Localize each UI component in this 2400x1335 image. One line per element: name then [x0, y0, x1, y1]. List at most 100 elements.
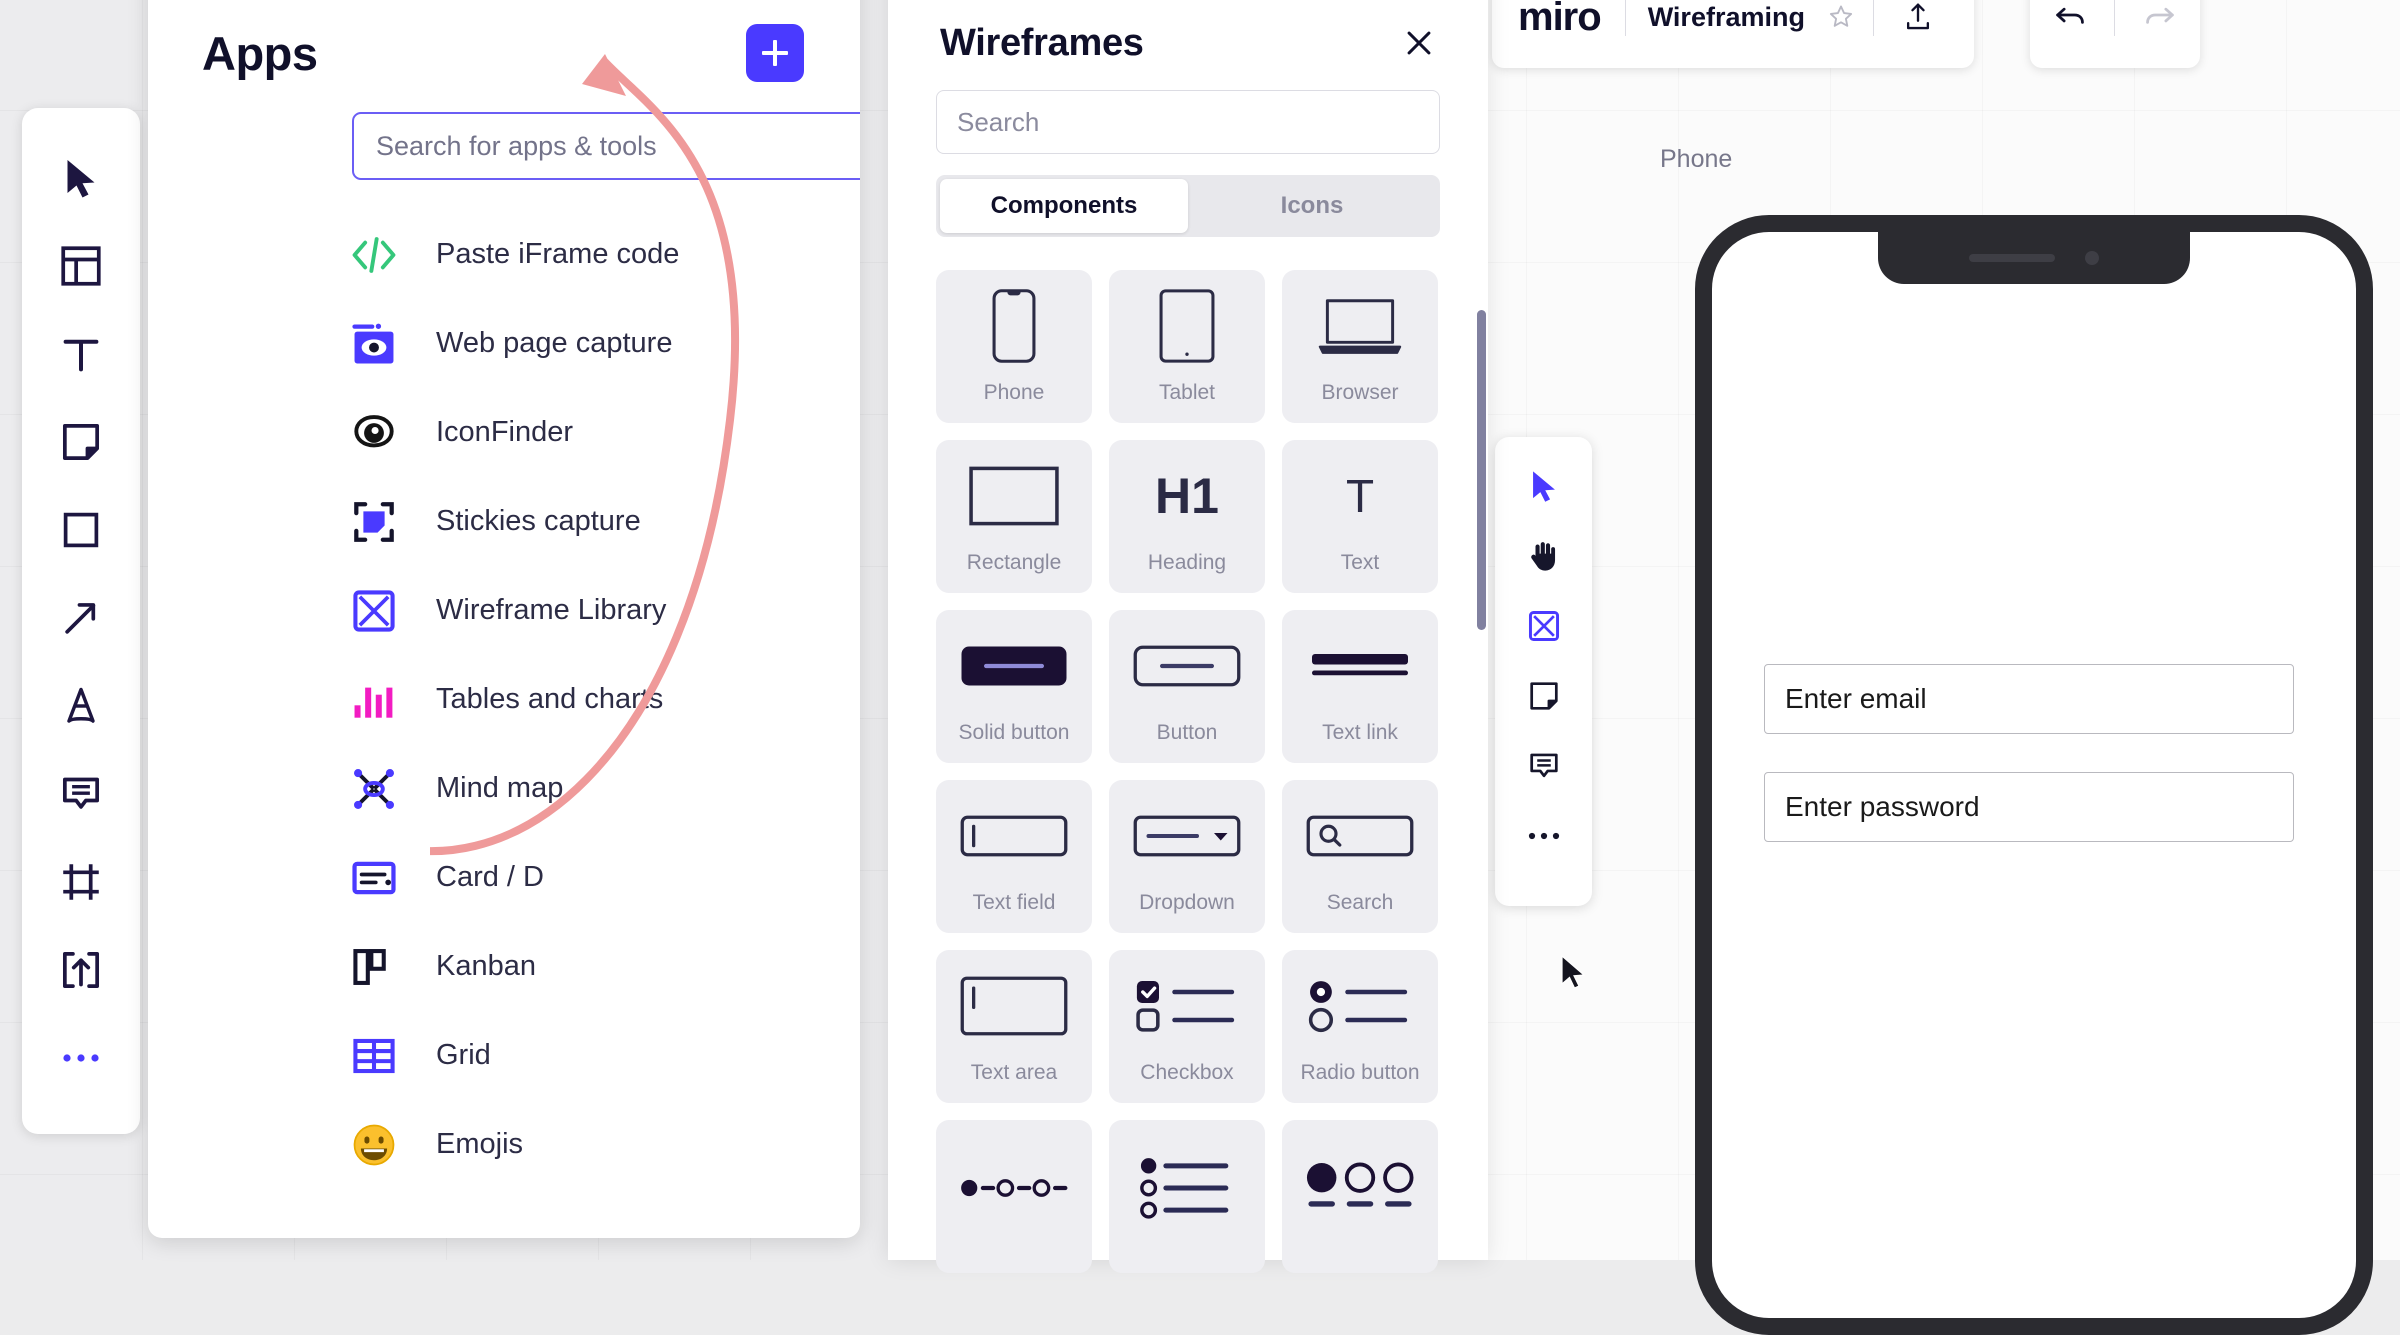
wireframe-component-phone[interactable]: Phone	[936, 270, 1092, 423]
app-list-item[interactable]: Wireframe Library	[148, 566, 860, 655]
cursor-icon[interactable]	[45, 134, 117, 222]
wireframe-component-search[interactable]: Search	[1282, 780, 1438, 933]
app-list-item-label: Web page capture	[436, 327, 673, 359]
wireframe-component-label: Button	[1156, 721, 1218, 744]
app-list-item[interactable]: Mind map	[148, 744, 860, 833]
app-list-item[interactable]: Kanban	[148, 922, 860, 1011]
undo-redo-toolbar	[2030, 0, 2200, 68]
wireframe-component-list[interactable]	[1109, 1120, 1265, 1273]
tab-icons[interactable]: Icons	[1188, 179, 1436, 233]
tablet-icon	[1109, 270, 1265, 381]
text-icon[interactable]	[45, 310, 117, 398]
wireframe-component-label: Solid button	[958, 721, 1070, 744]
wireframe-component-stepper[interactable]	[936, 1120, 1092, 1273]
app-list-item[interactable]: IconFinder	[148, 388, 860, 477]
pagination-icon	[1282, 1120, 1438, 1255]
wireframe-component-text[interactable]: T Text	[1282, 440, 1438, 593]
undo-icon[interactable]	[2042, 0, 2102, 43]
wireframe-component-label: Dropdown	[1139, 891, 1235, 914]
rectangle-icon	[936, 440, 1092, 551]
wireframes-search-input[interactable]	[936, 90, 1440, 154]
shapes-icon[interactable]	[45, 486, 117, 574]
wireframes-scrollbar[interactable]	[1477, 310, 1486, 630]
app-list-item-label: Paste iFrame code	[436, 238, 680, 270]
solid-button-icon	[936, 610, 1092, 721]
close-icon[interactable]	[1398, 22, 1440, 64]
hand-icon[interactable]	[1511, 521, 1577, 591]
comment-icon[interactable]	[45, 750, 117, 838]
sticky-note-icon[interactable]	[45, 398, 117, 486]
mind-map-icon	[350, 765, 398, 813]
phone-speaker-icon	[1969, 253, 2055, 262]
wireframe-component-browser[interactable]: Browser	[1282, 270, 1438, 423]
page-title: Apps	[202, 26, 318, 80]
wireframe-component-button[interactable]: Button	[1109, 610, 1265, 763]
app-list-item[interactable]: Emojis	[148, 1100, 860, 1189]
pen-icon[interactable]	[45, 662, 117, 750]
app-list-item[interactable]: Card / D	[148, 833, 860, 922]
text-icon: T	[1345, 469, 1375, 522]
app-list-item[interactable]: Grid	[148, 1011, 860, 1100]
add-app-button[interactable]	[746, 24, 804, 82]
apps-list: Paste iFrame code Web page capture IconFin…	[148, 210, 860, 1189]
wireframe-component-checkbox[interactable]: Checkbox	[1109, 950, 1265, 1103]
wireframe-component-label: Text	[1340, 551, 1380, 574]
canvas-mini-toolbar	[1495, 437, 1592, 906]
templates-icon[interactable]	[45, 222, 117, 310]
more-icon[interactable]	[1511, 801, 1577, 871]
arrow-connector-icon[interactable]	[45, 574, 117, 662]
app-list-item-label: Mind map	[436, 772, 564, 804]
wireframe-component-text-link[interactable]: Text link	[1282, 610, 1438, 763]
left-toolbar	[22, 108, 140, 1134]
tab-components[interactable]: Components	[940, 179, 1188, 233]
wireframe-component-text-area[interactable]: Text area	[936, 950, 1092, 1103]
cursor-icon[interactable]	[1511, 451, 1577, 521]
plus-icon	[762, 40, 788, 66]
wireframe-component-radio-button[interactable]: Radio button	[1282, 950, 1438, 1103]
search-input[interactable]	[352, 112, 860, 180]
wireframe-component-dropdown[interactable]: Dropdown	[1109, 780, 1265, 933]
app-list-item[interactable]: Tables and charts	[148, 655, 860, 744]
app-list-item[interactable]: Stickies capture	[148, 477, 860, 566]
app-list-item[interactable]: Paste iFrame code	[148, 210, 860, 299]
app-list-item[interactable]: Web page capture	[148, 299, 860, 388]
wireframe-component-text-field[interactable]: Text field	[936, 780, 1092, 933]
more-icon[interactable]	[45, 1014, 117, 1102]
divider	[1872, 0, 1874, 36]
sticky-note-icon[interactable]	[1511, 661, 1577, 731]
wireframe-component-heading[interactable]: H1 Heading	[1109, 440, 1265, 593]
wireframe-component-label: Text area	[970, 1061, 1058, 1084]
app-list-item-label: Card / D	[436, 861, 544, 893]
heading-icon: H1	[1155, 467, 1219, 524]
wireframe-component-tablet[interactable]: Tablet	[1109, 270, 1265, 423]
wireframe-library-icon[interactable]	[1511, 591, 1577, 661]
phone-mockup-frame[interactable]: Enter email Enter password	[1695, 215, 2373, 1335]
app-list-item-label: Stickies capture	[436, 505, 641, 537]
wireframe-component-pagination[interactable]	[1282, 1120, 1438, 1273]
wireframe-library-icon	[350, 587, 398, 635]
password-field[interactable]: Enter password	[1764, 772, 2294, 842]
board-title[interactable]: Wireframing	[1626, 2, 1821, 33]
frame-icon[interactable]	[45, 838, 117, 926]
share-upload-icon[interactable]	[1888, 0, 1948, 41]
email-field[interactable]: Enter email	[1764, 664, 2294, 734]
wireframe-component-rectangle[interactable]: Rectangle	[936, 440, 1092, 593]
star-icon[interactable]	[1821, 0, 1861, 37]
code-brackets-icon	[350, 231, 398, 279]
redo-icon[interactable]	[2128, 0, 2188, 43]
checkbox-icon	[1109, 950, 1265, 1061]
stepper-icon	[936, 1120, 1092, 1255]
wireframes-panel: Wireframes Components Icons Phone Tablet B…	[888, 0, 1488, 1273]
text-link-icon	[1282, 610, 1438, 721]
upload-icon[interactable]	[45, 926, 117, 1014]
wireframes-tabs: Components Icons	[936, 175, 1440, 237]
wireframe-component-label: Checkbox	[1140, 1061, 1234, 1084]
wireframe-component-solid-button[interactable]: Solid button	[936, 610, 1092, 763]
kanban-icon	[350, 943, 398, 991]
wireframes-component-grid: Phone Tablet Browser Rectangle H1 Heading T Tex…	[936, 270, 1440, 1273]
search-icon	[1282, 780, 1438, 891]
app-list-item-label: IconFinder	[436, 416, 574, 448]
miro-logo[interactable]: miro	[1518, 0, 1625, 37]
frame-label-phone: Phone	[1660, 145, 1733, 173]
comment-icon[interactable]	[1511, 731, 1577, 801]
